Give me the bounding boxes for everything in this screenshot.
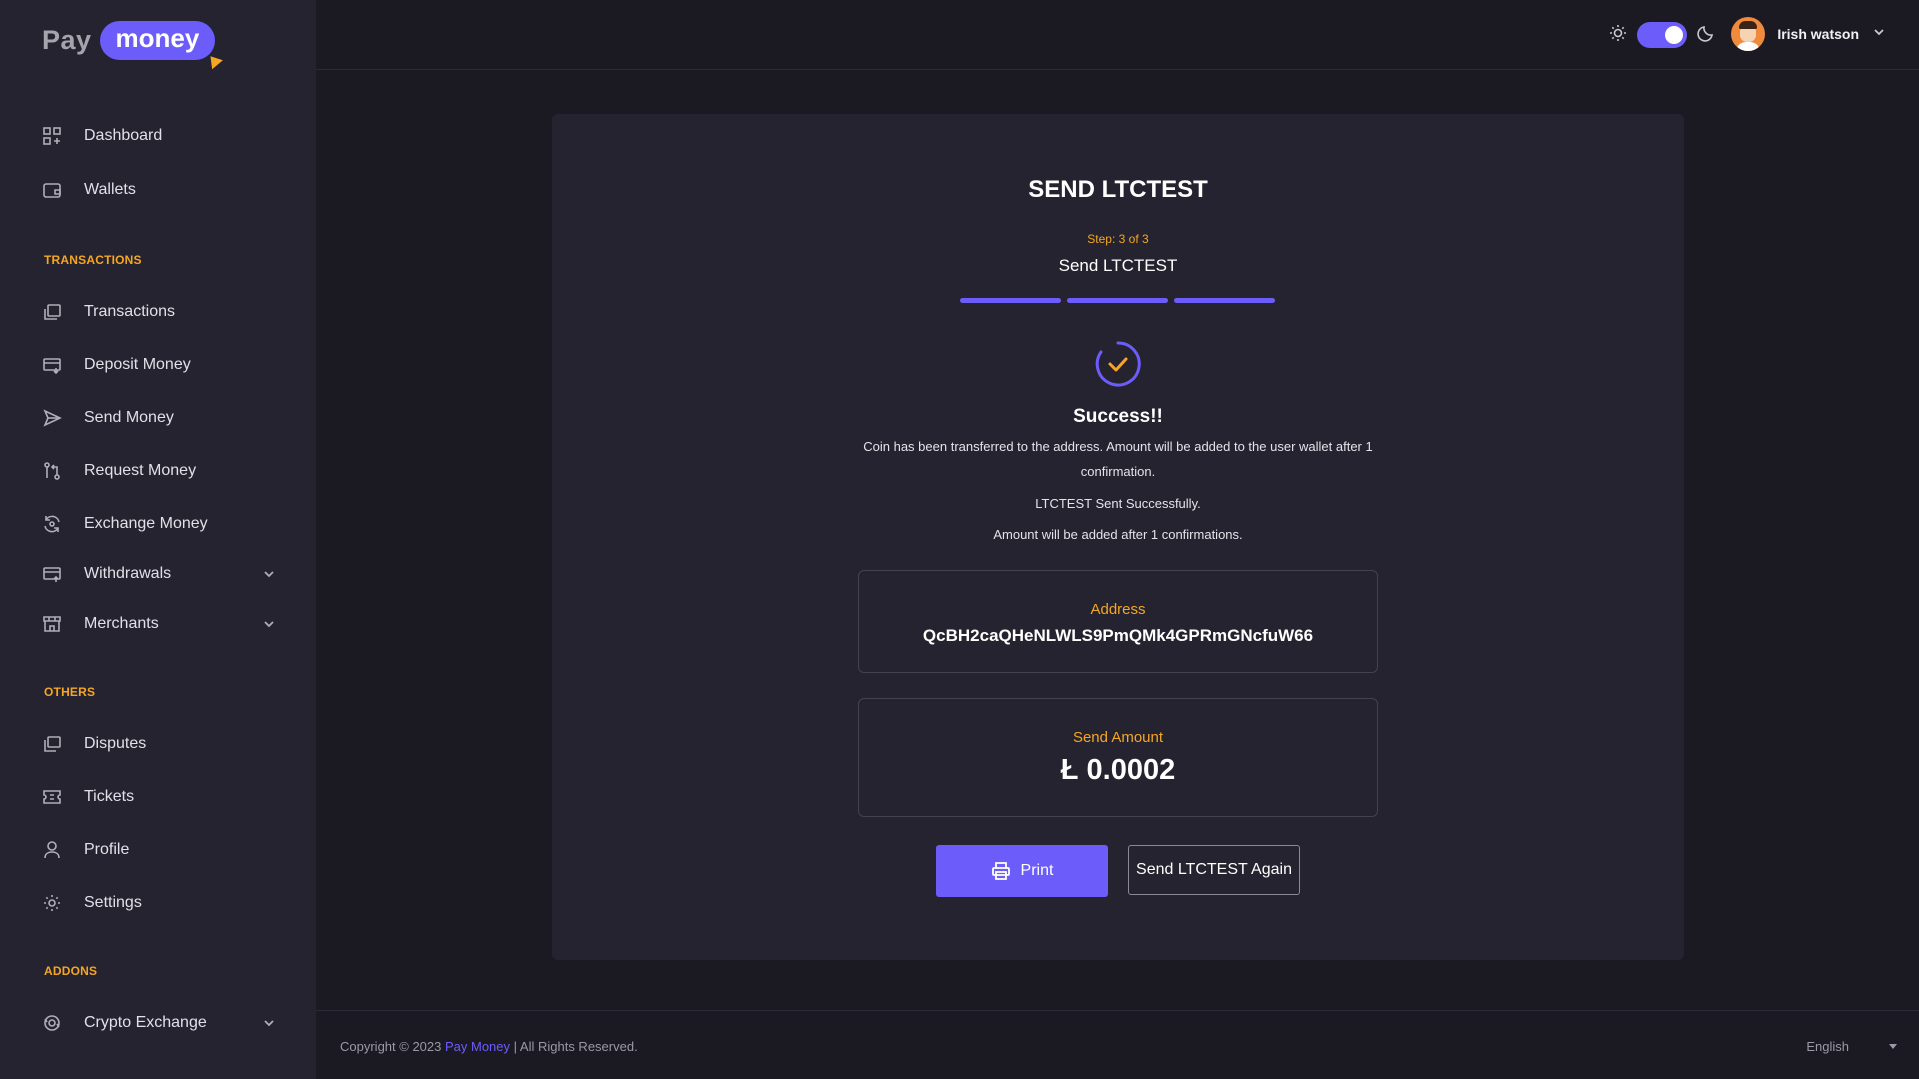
- sidebar-item-label: Send Money: [84, 409, 174, 426]
- progress-step-2: [1067, 298, 1168, 303]
- amount-box: Send Amount Ł 0.0002: [858, 698, 1378, 817]
- address-label: Address: [1090, 601, 1146, 618]
- chevron-down-icon[interactable]: [1859, 25, 1885, 43]
- transactions-icon: [42, 302, 62, 322]
- sidebar-item-disputes[interactable]: Disputes: [42, 732, 277, 756]
- send-icon: [42, 408, 62, 428]
- moon-icon: [1697, 24, 1715, 47]
- sidebar: Pay money Dashboard Wallets TRANSACTIONS…: [0, 0, 316, 1079]
- copyright-suffix: | All Rights Reserved.: [510, 1039, 638, 1054]
- sidebar-item-label: Merchants: [84, 615, 159, 632]
- request-icon: [42, 461, 62, 481]
- send-again-button-label: Send LTCTEST Again: [1136, 861, 1292, 878]
- progress-step-3: [1174, 298, 1275, 303]
- theme-toggle[interactable]: [1609, 22, 1715, 48]
- sidebar-item-label: Wallets: [84, 181, 136, 198]
- language-select[interactable]: English: [1806, 1039, 1897, 1054]
- sidebar-item-exchange-money[interactable]: Exchange Money: [42, 512, 277, 536]
- sidebar-item-deposit-money[interactable]: Deposit Money: [42, 353, 277, 377]
- language-label: English: [1806, 1039, 1849, 1054]
- copyright-prefix: Copyright © 2023: [340, 1039, 445, 1054]
- step-label: Step: 3 of 3: [1087, 232, 1149, 246]
- sidebar-item-label: Crypto Exchange: [84, 1014, 207, 1031]
- avatar: [1731, 17, 1766, 51]
- address-value: QcBH2caQHeNLWLS9PmQMk4GPRmGNcfuW66: [922, 626, 1314, 645]
- step-subtitle: Send LTCTEST: [1058, 256, 1178, 275]
- profile-icon: [42, 840, 62, 860]
- brand-link[interactable]: Pay Money: [445, 1039, 510, 1054]
- sidebar-item-transactions[interactable]: Transactions: [42, 300, 277, 324]
- sidebar-item-label: Request Money: [84, 462, 197, 479]
- wallet-icon: [42, 180, 62, 200]
- step-progress: [960, 298, 1281, 303]
- sidebar-item-request-money[interactable]: Request Money: [42, 459, 277, 483]
- chevron-down-icon[interactable]: [263, 1016, 277, 1030]
- logo-cursor-icon: [205, 51, 224, 69]
- confirmation-message: Amount will be added after 1 confirmatio…: [993, 527, 1243, 542]
- footer: Copyright © 2023 Pay Money | All Rights …: [316, 1010, 1919, 1079]
- print-button[interactable]: Print: [936, 845, 1108, 897]
- chevron-down-icon[interactable]: [263, 617, 277, 631]
- tickets-icon: [42, 787, 62, 807]
- withdrawals-icon: [42, 564, 62, 584]
- exchange-icon: [42, 514, 62, 534]
- merchants-icon: [42, 614, 62, 634]
- disputes-icon: [42, 734, 62, 754]
- sidebar-item-label: Dashboard: [84, 127, 163, 144]
- address-box: Address QcBH2caQHeNLWLS9PmQMk4GPRmGNcfuW…: [858, 570, 1378, 673]
- send-again-button[interactable]: Send LTCTEST Again: [1128, 845, 1300, 895]
- sidebar-item-label: Settings: [84, 894, 142, 911]
- crypto-exchange-icon: [42, 1013, 62, 1033]
- page-title: SEND LTCTEST: [1028, 176, 1208, 203]
- sidebar-item-tickets[interactable]: Tickets: [42, 785, 277, 809]
- user-menu[interactable]: Irish watson: [1731, 17, 1885, 51]
- section-label-addons: ADDONS: [44, 964, 98, 978]
- topbar: Irish watson: [316, 0, 1919, 70]
- section-label-transactions: TRANSACTIONS: [44, 253, 142, 267]
- amount-value: Ł 0.0002: [1060, 754, 1176, 786]
- copyright: Copyright © 2023 Pay Money | All Rights …: [340, 1039, 638, 1054]
- sidebar-item-withdrawals[interactable]: Withdrawals: [42, 562, 277, 586]
- user-name: Irish watson: [1777, 26, 1859, 42]
- chevron-down-icon[interactable]: [263, 567, 277, 581]
- sidebar-item-label: Transactions: [84, 303, 175, 320]
- sidebar-item-label: Disputes: [84, 735, 147, 752]
- logo-text-pay: Pay: [42, 24, 92, 55]
- logo[interactable]: Pay money: [42, 20, 224, 69]
- settings-icon: [42, 893, 62, 913]
- print-button-label: Print: [1020, 862, 1054, 879]
- sidebar-item-label: Deposit Money: [84, 356, 191, 373]
- logo-text-money: money: [99, 20, 224, 69]
- sidebar-item-merchants[interactable]: Merchants: [42, 612, 277, 636]
- amount-label: Send Amount: [1072, 729, 1164, 746]
- sidebar-item-label: Exchange Money: [84, 515, 208, 532]
- sidebar-item-crypto-exchange[interactable]: Crypto Exchange: [42, 1011, 277, 1035]
- sidebar-item-wallets[interactable]: Wallets: [42, 178, 277, 202]
- sent-message: LTCTEST Sent Successfully.: [1035, 496, 1201, 511]
- progress-step-1: [960, 298, 1061, 303]
- success-check-icon: [1094, 340, 1142, 388]
- success-title: Success!!: [1073, 406, 1163, 427]
- send-success-card: SEND LTCTEST Step: 3 of 3 Send LTCTEST S…: [552, 114, 1684, 960]
- theme-switch[interactable]: [1637, 22, 1687, 48]
- sidebar-item-send-money[interactable]: Send Money: [42, 406, 277, 430]
- sidebar-item-profile[interactable]: Profile: [42, 838, 277, 862]
- sun-icon: [1609, 24, 1627, 47]
- sidebar-item-label: Profile: [84, 841, 130, 858]
- caret-down-icon: [1889, 1044, 1897, 1049]
- deposit-icon: [42, 355, 62, 375]
- sidebar-item-label: Withdrawals: [84, 565, 172, 582]
- theme-switch-knob: [1665, 26, 1683, 44]
- success-message: Coin has been transferred to the address…: [863, 439, 1373, 479]
- sidebar-item-settings[interactable]: Settings: [42, 891, 277, 915]
- sidebar-item-label: Tickets: [84, 788, 135, 805]
- sidebar-item-dashboard[interactable]: Dashboard: [42, 124, 277, 148]
- dashboard-icon: [42, 126, 62, 146]
- section-label-others: OTHERS: [44, 685, 96, 699]
- printer-icon: [991, 862, 1010, 880]
